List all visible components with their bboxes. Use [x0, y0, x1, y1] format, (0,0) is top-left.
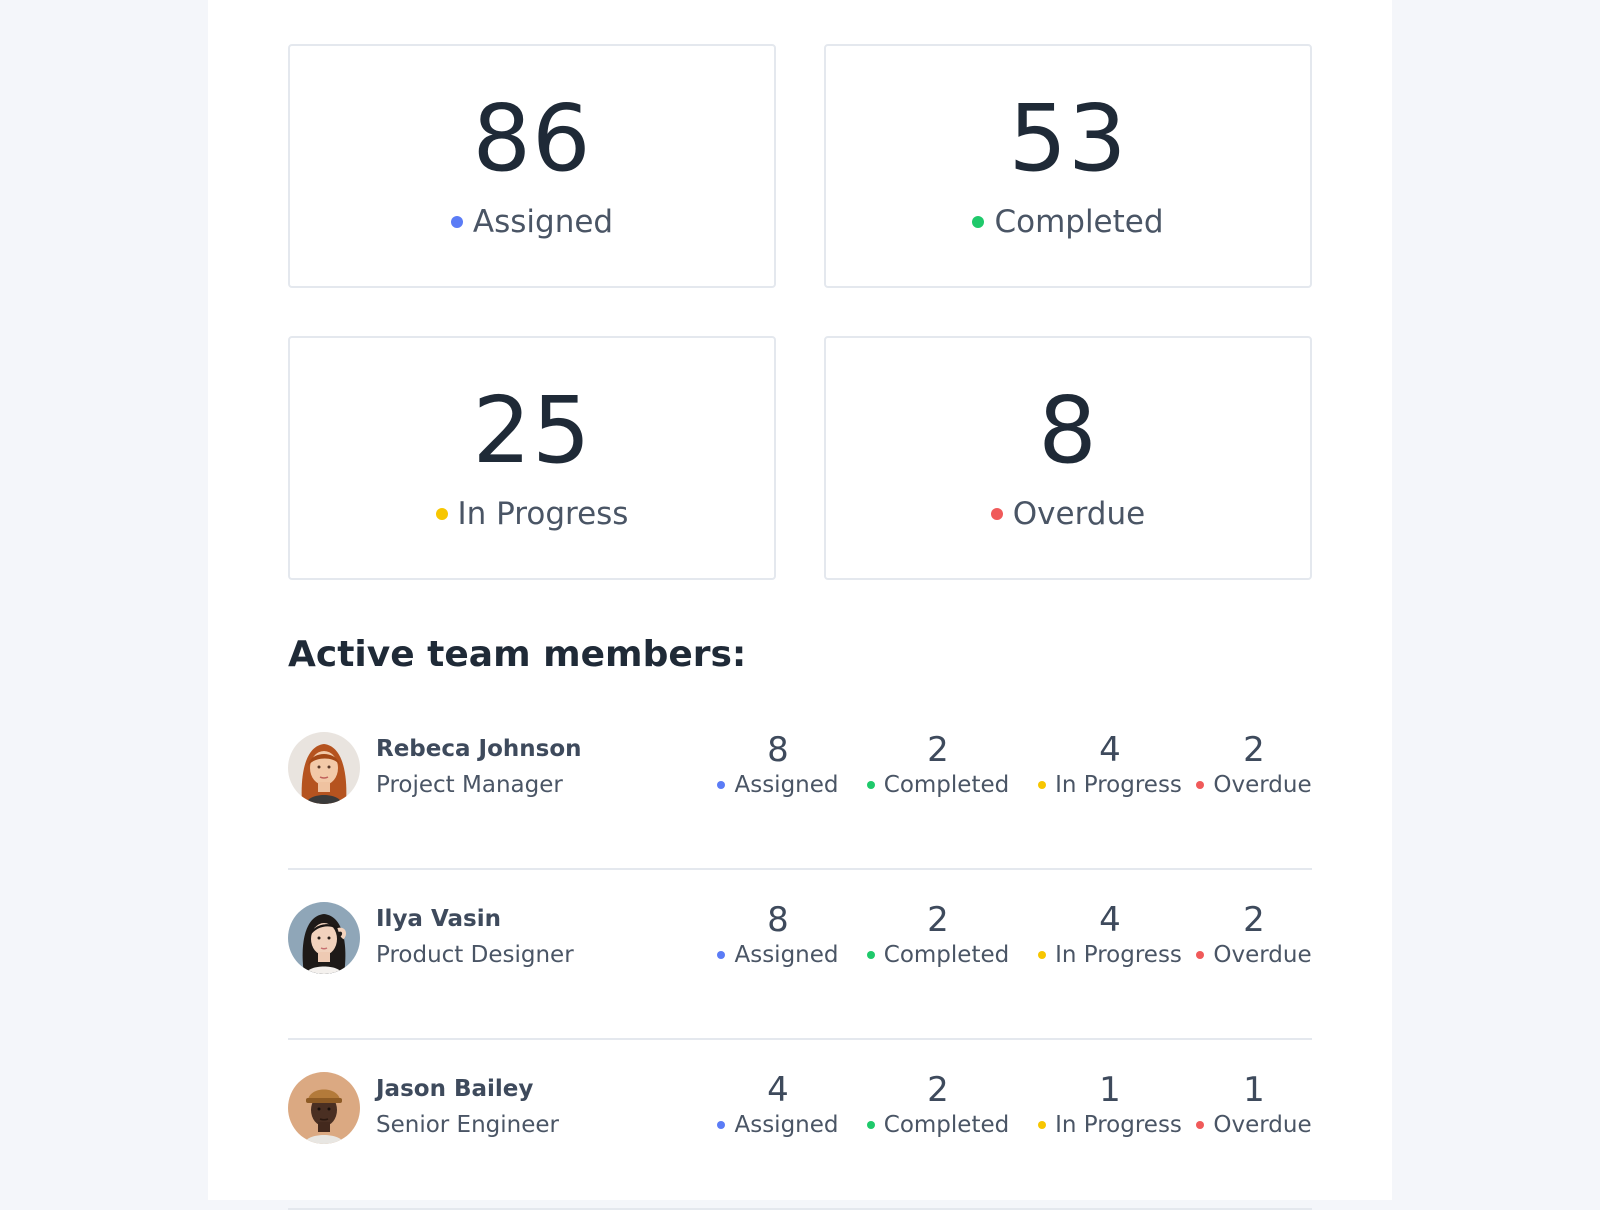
- assigned-dot-icon: [717, 1121, 726, 1129]
- member-overdue-label: Overdue: [1213, 1112, 1312, 1138]
- avatar-rebeca-icon: [288, 732, 360, 804]
- member-completed-stat: 2 Completed: [858, 900, 1018, 970]
- overdue-label: Overdue: [1012, 496, 1146, 532]
- completed-label-row: Completed: [972, 202, 1164, 242]
- assigned-dot-icon: [450, 216, 463, 228]
- in-progress-dot-icon: [1038, 1121, 1047, 1129]
- completed-card: 53 Completed: [824, 44, 1312, 288]
- member-in-progress-count: 4: [1099, 730, 1121, 770]
- member-in-progress-stat: 1 In Progress: [1026, 1070, 1194, 1140]
- member-completed-stat: 2 Completed: [858, 1070, 1018, 1140]
- member-in-progress-label-row: In Progress: [1038, 770, 1182, 800]
- in-progress-count: 25: [472, 377, 592, 484]
- member-completed-count: 2: [927, 1070, 949, 1110]
- member-completed-label: Completed: [883, 1112, 1010, 1138]
- overdue-dot-icon: [1196, 951, 1205, 959]
- member-name: Rebeca Johnson: [376, 736, 582, 762]
- completed-dot-icon: [866, 1121, 875, 1129]
- member-in-progress-stat: 4 In Progress: [1026, 900, 1194, 970]
- overdue-dot-icon: [1196, 781, 1205, 789]
- member-overdue-stat: 2 Overdue: [1194, 730, 1314, 800]
- member-completed-label-row: Completed: [866, 770, 1010, 800]
- member-name: Ilya Vasin: [376, 906, 501, 932]
- assigned-dot-icon: [717, 781, 726, 789]
- member-overdue-stat: 2 Overdue: [1194, 900, 1314, 970]
- avatar-jason-icon: [288, 1072, 360, 1144]
- member-row[interactable]: Jason Bailey Senior Engineer 4 Assigned …: [288, 1040, 1312, 1210]
- in-progress-dot-icon: [435, 508, 448, 520]
- member-assigned-count: 8: [767, 730, 789, 770]
- section-title: Active team members:: [288, 634, 747, 675]
- member-completed-label: Completed: [883, 942, 1010, 968]
- member-overdue-count: 1: [1243, 1070, 1265, 1110]
- assigned-count: 86: [472, 85, 592, 192]
- member-overdue-stat: 1 Overdue: [1194, 1070, 1314, 1140]
- member-assigned-stat: 8 Assigned: [708, 730, 848, 800]
- member-overdue-label-row: Overdue: [1196, 940, 1312, 970]
- avatar[interactable]: [288, 732, 360, 804]
- member-in-progress-label: In Progress: [1055, 772, 1182, 798]
- member-in-progress-stat: 4 In Progress: [1026, 730, 1194, 800]
- member-overdue-label: Overdue: [1213, 772, 1312, 798]
- member-assigned-label: Assigned: [734, 772, 839, 798]
- member-assigned-stat: 4 Assigned: [708, 1070, 848, 1140]
- overdue-card: 8 Overdue: [824, 336, 1312, 580]
- member-completed-count: 2: [927, 900, 949, 940]
- member-assigned-label: Assigned: [734, 942, 839, 968]
- member-completed-count: 2: [927, 730, 949, 770]
- overdue-dot-icon: [1196, 1121, 1205, 1129]
- in-progress-label: In Progress: [457, 496, 629, 532]
- summary-cards: 86 Assigned 53 Completed 25 In Progress …: [288, 44, 1312, 580]
- member-in-progress-label: In Progress: [1055, 1112, 1182, 1138]
- member-row[interactable]: Ilya Vasin Product Designer 8 Assigned 2…: [288, 870, 1312, 1040]
- assigned-dot-icon: [717, 951, 726, 959]
- completed-label: Completed: [994, 204, 1164, 240]
- member-role: Product Designer: [376, 942, 574, 968]
- dashboard-panel: 86 Assigned 53 Completed 25 In Progress …: [208, 0, 1392, 1210]
- completed-dot-icon: [866, 781, 875, 789]
- overdue-dot-icon: [990, 508, 1003, 520]
- member-completed-label: Completed: [883, 772, 1010, 798]
- member-name: Jason Bailey: [376, 1076, 534, 1102]
- avatar[interactable]: [288, 1072, 360, 1144]
- in-progress-label-row: In Progress: [435, 494, 629, 534]
- member-completed-stat: 2 Completed: [858, 730, 1018, 800]
- member-overdue-label: Overdue: [1213, 942, 1312, 968]
- member-assigned-label-row: Assigned: [717, 770, 839, 800]
- avatar[interactable]: [288, 902, 360, 974]
- member-assigned-label: Assigned: [734, 1112, 839, 1138]
- member-completed-label-row: Completed: [866, 1110, 1010, 1140]
- avatar-ilya-icon: [288, 902, 360, 974]
- member-overdue-label-row: Overdue: [1196, 1110, 1312, 1140]
- completed-count: 53: [1008, 85, 1128, 192]
- assigned-label-row: Assigned: [450, 202, 614, 242]
- in-progress-card: 25 In Progress: [288, 336, 776, 580]
- member-assigned-label-row: Assigned: [717, 1110, 839, 1140]
- in-progress-dot-icon: [1038, 781, 1047, 789]
- completed-dot-icon: [972, 216, 985, 228]
- overdue-label-row: Overdue: [990, 494, 1146, 534]
- member-row[interactable]: Rebeca Johnson Project Manager 8 Assigne…: [288, 700, 1312, 870]
- team-members-list: Rebeca Johnson Project Manager 8 Assigne…: [288, 700, 1312, 1210]
- assigned-card: 86 Assigned: [288, 44, 776, 288]
- member-in-progress-count: 1: [1099, 1070, 1121, 1110]
- member-role: Project Manager: [376, 772, 563, 798]
- member-assigned-label-row: Assigned: [717, 940, 839, 970]
- assigned-label: Assigned: [472, 204, 614, 240]
- completed-dot-icon: [866, 951, 875, 959]
- member-in-progress-label-row: In Progress: [1038, 1110, 1182, 1140]
- in-progress-dot-icon: [1038, 951, 1047, 959]
- member-in-progress-label: In Progress: [1055, 942, 1182, 968]
- member-assigned-stat: 8 Assigned: [708, 900, 848, 970]
- member-in-progress-count: 4: [1099, 900, 1121, 940]
- member-assigned-count: 8: [767, 900, 789, 940]
- member-completed-label-row: Completed: [866, 940, 1010, 970]
- member-overdue-count: 2: [1243, 900, 1265, 940]
- member-assigned-count: 4: [767, 1070, 789, 1110]
- member-in-progress-label-row: In Progress: [1038, 940, 1182, 970]
- member-overdue-label-row: Overdue: [1196, 770, 1312, 800]
- member-overdue-count: 2: [1243, 730, 1265, 770]
- overdue-count: 8: [1038, 377, 1098, 484]
- member-role: Senior Engineer: [376, 1112, 559, 1138]
